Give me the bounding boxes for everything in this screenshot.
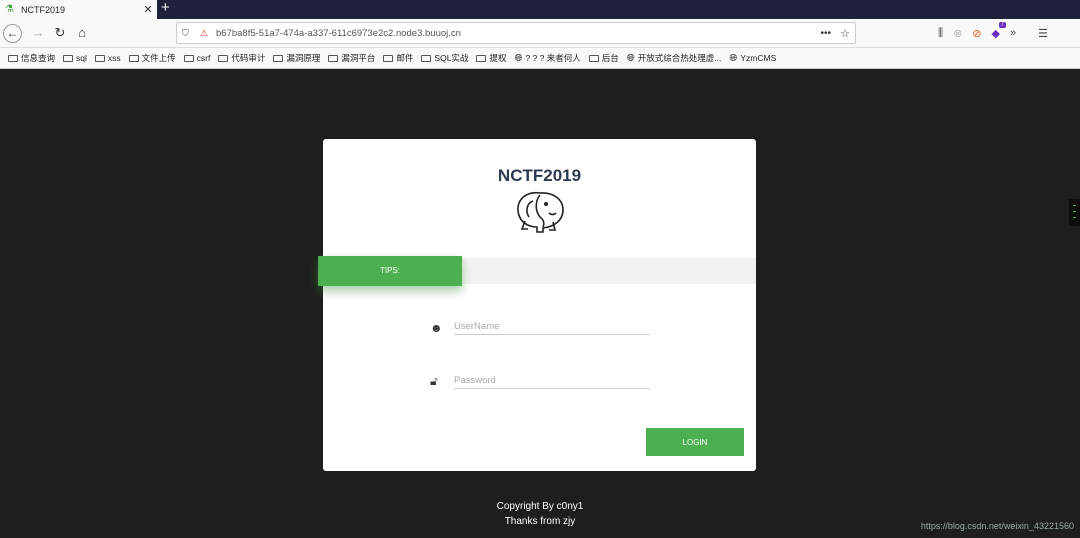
bookmark-label: 开放式综合热处理虚... xyxy=(637,53,722,63)
folder-icon xyxy=(273,54,284,62)
folder-icon xyxy=(328,54,339,62)
bookmark-label: sql xyxy=(76,53,87,63)
back-button[interactable]: ← xyxy=(3,24,22,43)
folder-icon xyxy=(218,54,229,62)
extension-badge: 7 xyxy=(998,21,1006,28)
password-field: 🔓︎ xyxy=(430,373,650,389)
bookmark-item[interactable]: sql xyxy=(63,53,87,63)
toolbar-icons: ⫼ ⊗ ⊘ ◆ 7 » ☰ xyxy=(938,21,1048,43)
globe-icon: 🌐︎ xyxy=(626,52,635,64)
elephant-logo-icon xyxy=(517,191,564,233)
folder-icon xyxy=(8,54,18,62)
url-bar[interactable]: ⛉ ⚠ ••• ☆ xyxy=(176,22,856,44)
bookmark-item[interactable]: 漏洞原理 xyxy=(273,52,320,64)
bookmark-label: csrf xyxy=(196,53,211,63)
username-input[interactable] xyxy=(454,319,650,335)
bookmark-label: 漏洞平台 xyxy=(341,53,376,63)
tab-strip: ⚗ NCTF2019 ✕ + xyxy=(0,0,1080,19)
bookmark-item[interactable]: 🌐︎ 开放式综合热处理虚... xyxy=(627,52,722,64)
folder-icon xyxy=(128,54,139,62)
user-face-icon: ☻ xyxy=(430,321,443,335)
login-button[interactable]: LOGIN xyxy=(646,428,744,456)
copyright-text: Copyright By c0ny1 xyxy=(496,501,584,512)
bookmark-item[interactable]: 信息查询 xyxy=(8,52,55,64)
url-input[interactable] xyxy=(216,27,776,39)
bookmark-item[interactable]: 邮件 xyxy=(383,52,413,64)
thanks-text: Thanks from zjy xyxy=(504,516,576,527)
bookmark-label: xss xyxy=(107,53,121,63)
bookmark-label: 后台 xyxy=(601,53,619,63)
bookmark-item[interactable]: 🌐︎ YzmCMS xyxy=(729,53,776,64)
bookmark-label: 漏洞原理 xyxy=(286,53,321,63)
globe-icon: 🌐︎ xyxy=(729,52,738,64)
folder-icon xyxy=(383,54,394,62)
bookmark-item[interactable]: 文件上传 xyxy=(128,52,176,64)
bookmark-item[interactable]: 漏洞平台 xyxy=(328,52,375,64)
tab-title: NCTF2019 xyxy=(21,4,66,15)
bookmark-label: 信息查询 xyxy=(21,53,56,63)
folder-icon xyxy=(94,54,105,62)
bookmark-item[interactable]: xss xyxy=(94,53,121,63)
hamburger-menu-icon[interactable]: ☰ xyxy=(1038,27,1048,40)
folder-icon xyxy=(63,54,74,62)
lock-icon: 🔓︎ xyxy=(430,374,438,388)
login-card: NCTF2019 ☻ 🔓︎ LOGIN xyxy=(323,139,756,471)
tips-button[interactable]: TIPS: xyxy=(318,256,462,286)
folder-icon xyxy=(476,54,487,62)
bookmark-label: YzmCMS xyxy=(740,53,777,63)
bookmark-item[interactable]: 🌐︎? ? ? 来者何人 xyxy=(514,52,580,64)
home-button[interactable]: ⌂ xyxy=(72,23,92,43)
bookmark-item[interactable]: SQL实战 xyxy=(421,52,468,64)
bookmark-label: 文件上传 xyxy=(141,53,176,63)
bookmark-label: ? ? ? 来者何人 xyxy=(525,53,581,63)
new-tab-button[interactable]: + xyxy=(161,0,170,16)
globe-icon: 🌐︎ xyxy=(514,52,523,64)
bookmark-item[interactable]: 代码审计 xyxy=(218,52,265,64)
folder-icon xyxy=(588,54,599,62)
extension-orange-icon[interactable]: ⊘ xyxy=(972,27,981,40)
insecure-lock-icon[interactable]: ⚠ xyxy=(200,28,212,39)
page-title: NCTF2019 xyxy=(497,166,582,185)
bookmark-label: 提权 xyxy=(489,53,507,63)
shield-icon[interactable]: ⛉ xyxy=(182,28,194,39)
extension-gray-icon[interactable]: ⊗ xyxy=(953,27,962,40)
folder-icon xyxy=(421,54,432,62)
watermark: https://blog.csdn.net/weixin_43221560 xyxy=(920,521,1074,531)
browser-tab[interactable]: ⚗ NCTF2019 ✕ xyxy=(0,0,157,19)
username-field: ☻ xyxy=(430,319,650,335)
forward-button[interactable]: → xyxy=(28,23,48,43)
bookmark-star-icon[interactable]: ☆ xyxy=(840,27,850,40)
hackbar-extension-icon[interactable]: ◆ 7 xyxy=(992,21,1006,40)
overflow-chevron-icon[interactable]: » xyxy=(1010,27,1016,39)
library-icon[interactable]: ⫼ xyxy=(938,27,943,40)
folder-icon xyxy=(183,54,194,62)
bookmark-item[interactable]: 提权 xyxy=(476,52,506,64)
bookmark-label: SQL实战 xyxy=(434,53,469,63)
close-tab-icon[interactable]: ✕ xyxy=(141,3,155,16)
flask-icon: ⚗ xyxy=(5,3,14,15)
bookmark-item[interactable]: 后台 xyxy=(588,52,619,64)
side-widget[interactable] xyxy=(1069,199,1080,226)
nav-bar: ← → ↻ ⌂ ⛉ ⚠ ••• ☆ ⫼ ⊗ ⊘ ◆7 » ☰ xyxy=(0,19,1080,48)
bookmark-label: 代码审计 xyxy=(231,53,266,63)
bookmark-label: 邮件 xyxy=(396,53,414,63)
bookmark-item[interactable]: csrf xyxy=(183,53,211,63)
page-actions-icon[interactable]: ••• xyxy=(820,28,831,39)
reload-button[interactable]: ↻ xyxy=(50,23,70,43)
password-input[interactable] xyxy=(454,373,650,389)
bookmarks-bar: 信息查询 sql xss 文件上传 csrf 代码审计 漏洞原理 漏洞平台 邮件 SQL实战 提权 🌐… xyxy=(0,48,1080,69)
